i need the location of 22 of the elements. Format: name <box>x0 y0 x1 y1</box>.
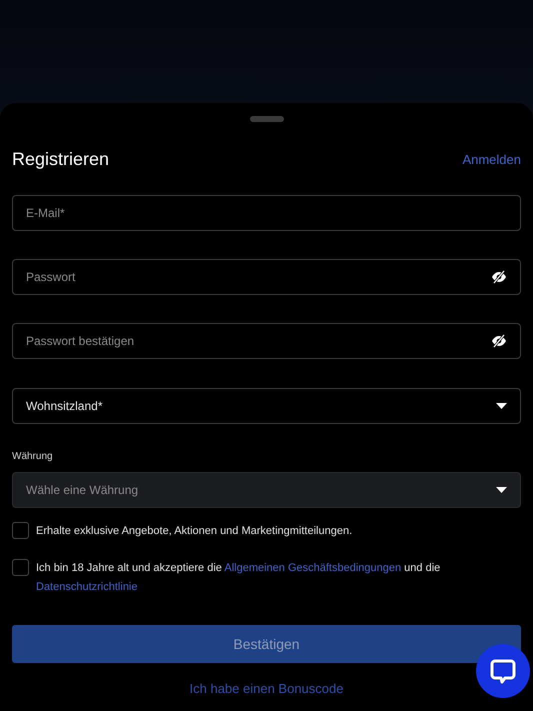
login-link[interactable]: Anmelden <box>462 150 521 170</box>
consent-text: Erhalte exklusive Angebote, Aktionen und Marketingmitteilungen. <box>36 524 352 539</box>
select-field[interactable]: Wähle eine Währung <box>12 472 521 508</box>
drag-handle[interactable] <box>250 116 284 122</box>
input-field[interactable]: E-Mail* <box>12 195 521 231</box>
eye-slash-icon[interactable] <box>491 270 507 284</box>
checkbox[interactable] <box>12 522 29 539</box>
chat-button[interactable] <box>476 644 530 698</box>
eye-slash-icon[interactable] <box>491 334 507 348</box>
field-label: Währung <box>12 450 54 464</box>
terms-link[interactable]: Allgemeinen Geschäftsbedingungen <box>224 562 402 574</box>
input-field[interactable]: Passwort bestätigen <box>12 323 521 359</box>
input-field[interactable]: Passwort <box>12 259 521 295</box>
terms-link[interactable]: Datenschutzrichtlinie <box>36 581 138 593</box>
checkbox[interactable] <box>12 559 29 576</box>
caret-icon <box>496 403 507 409</box>
select-field[interactable]: Wohnsitzland* <box>12 388 521 424</box>
consent-text: Ich bin 18 Jahre alt und akzeptiere die Allgemeinen Geschäftsbedingungen und die Datenschutzrichtlinie <box>36 561 442 595</box>
chat-bubble-icon <box>490 658 516 684</box>
sheet-title: Registrieren <box>12 148 110 171</box>
caret-icon <box>496 487 507 493</box>
bonus-code-link[interactable]: Ich habe einen Bonuscode <box>190 679 344 698</box>
